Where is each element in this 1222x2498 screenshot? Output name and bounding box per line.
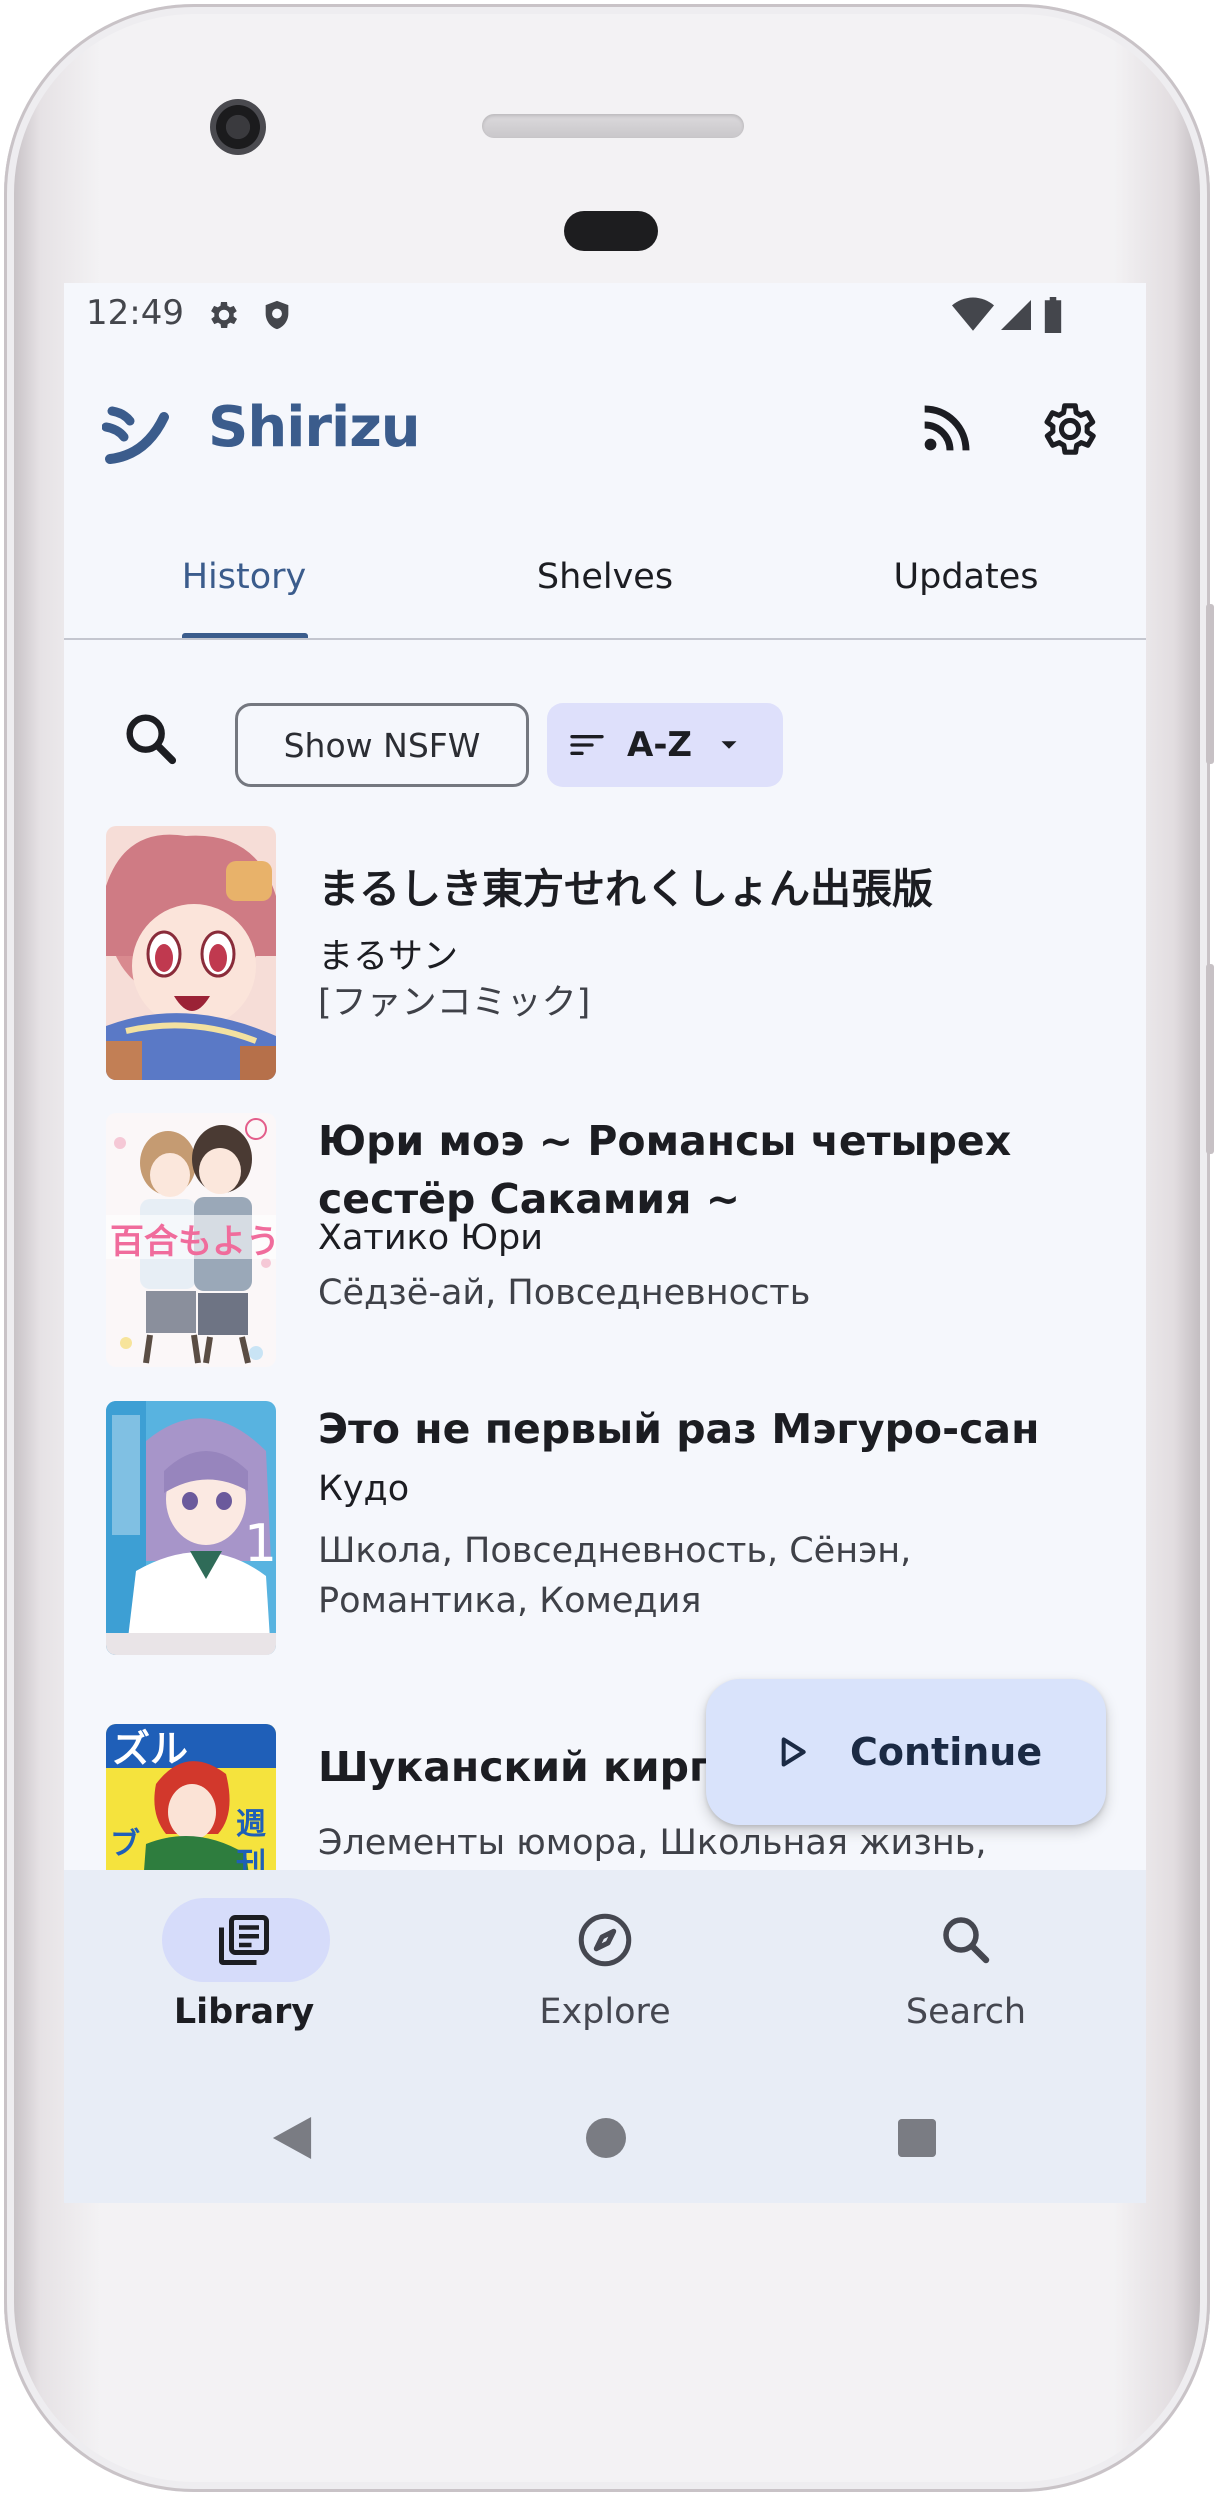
- signal-icon: [1001, 300, 1031, 330]
- app-title: Shirizu: [208, 395, 421, 460]
- shield-icon: [265, 300, 289, 330]
- tab-updates[interactable]: Updates: [786, 541, 1146, 641]
- side-button: [1206, 604, 1214, 764]
- side-button: [1206, 964, 1214, 1154]
- sort-chip[interactable]: A-Z: [547, 703, 783, 787]
- tab-row: History Shelves Updates: [64, 541, 1146, 641]
- library-icon: [219, 1915, 269, 1965]
- status-bar: 12:49: [64, 283, 1146, 345]
- top-app-bar: Shirizu: [64, 345, 1146, 495]
- proximity-sensor: [564, 211, 658, 251]
- item-tags: [ファンコミック]: [318, 983, 591, 1023]
- nav-label: Library: [173, 1992, 315, 2032]
- tab-shelves[interactable]: Shelves: [425, 541, 785, 641]
- tab-label: Shelves: [536, 557, 674, 597]
- gear-icon: [211, 301, 238, 329]
- nav-search[interactable]: Search: [786, 1870, 1146, 2073]
- item-author: まるサン: [318, 937, 459, 977]
- settings-icon[interactable]: [1038, 397, 1102, 461]
- home-icon[interactable]: [586, 2118, 626, 2158]
- filter-row: Show NSFW A-Z: [64, 693, 1146, 787]
- fab-label: Continue: [850, 1730, 1043, 1774]
- cover-thumbnail: 1: [106, 1401, 276, 1655]
- sort-label: A-Z: [627, 725, 693, 765]
- svg-text:百合もよう: 百合もよう: [110, 1222, 276, 1262]
- app-screen: 12:49 Shirizu History Shelves Updates Sh…: [64, 283, 1146, 2203]
- nav-label: Search: [905, 1992, 1027, 2032]
- item-title: Юри моэ ~ Романсы четырех сестёр Сакамия…: [318, 1117, 1012, 1223]
- item-author: Хатико Юри: [318, 1218, 543, 1258]
- tab-label: History: [181, 557, 307, 597]
- cover-thumbnail: [106, 826, 276, 1080]
- item-tags: Элементы юмора, Школьная жизнь,: [318, 1823, 987, 1863]
- app-logo: [102, 406, 169, 464]
- item-tags: Школа, Повседневность, Сёнэн, Романтика,…: [318, 1531, 912, 1621]
- front-camera: [210, 99, 266, 155]
- sort-icon: [570, 735, 604, 755]
- chip-label: Show NSFW: [283, 725, 481, 765]
- svg-text:ブ: ブ: [110, 1827, 140, 1862]
- item-author: Кудо: [318, 1469, 410, 1509]
- continue-fab[interactable]: Continue: [706, 1679, 1106, 1825]
- tabs-divider: [64, 638, 1146, 640]
- system-navigation-bar: [64, 2073, 1146, 2203]
- recents-icon[interactable]: [898, 2119, 936, 2157]
- svg-text:週: 週: [236, 1807, 266, 1842]
- battery-icon: [1044, 297, 1062, 333]
- dropdown-arrow-icon: [721, 741, 737, 749]
- wifi-icon: [952, 297, 994, 331]
- bottom-navigation: Library Explore Search: [64, 1870, 1146, 2073]
- nav-label: Explore: [539, 1992, 671, 2032]
- svg-text:ズル: ズル: [112, 1727, 188, 1771]
- rss-icon[interactable]: [914, 397, 978, 461]
- back-icon[interactable]: [272, 2117, 312, 2159]
- nav-explore[interactable]: Explore: [425, 1870, 785, 2073]
- item-title: まるしき東方せれくしょん出張版: [318, 865, 933, 913]
- search-icon: [943, 1917, 990, 1964]
- tab-label: Updates: [893, 557, 1039, 597]
- compass-icon: [578, 1913, 632, 1967]
- svg-text:1: 1: [244, 1514, 276, 1574]
- search-icon[interactable]: [119, 707, 183, 771]
- show-nsfw-chip[interactable]: Show NSFW: [235, 703, 529, 787]
- item-tags: Сёдзё-ай, Повседневность: [318, 1273, 811, 1313]
- item-title: Это не первый раз Мэгуро-сан: [318, 1405, 1040, 1453]
- status-time: 12:49: [86, 293, 184, 333]
- earpiece-speaker: [482, 114, 744, 138]
- play-icon: [781, 1737, 806, 1767]
- tab-history[interactable]: History: [64, 541, 424, 641]
- cover-thumbnail: 百合もよう: [106, 1113, 276, 1367]
- nav-library[interactable]: Library: [64, 1870, 424, 2073]
